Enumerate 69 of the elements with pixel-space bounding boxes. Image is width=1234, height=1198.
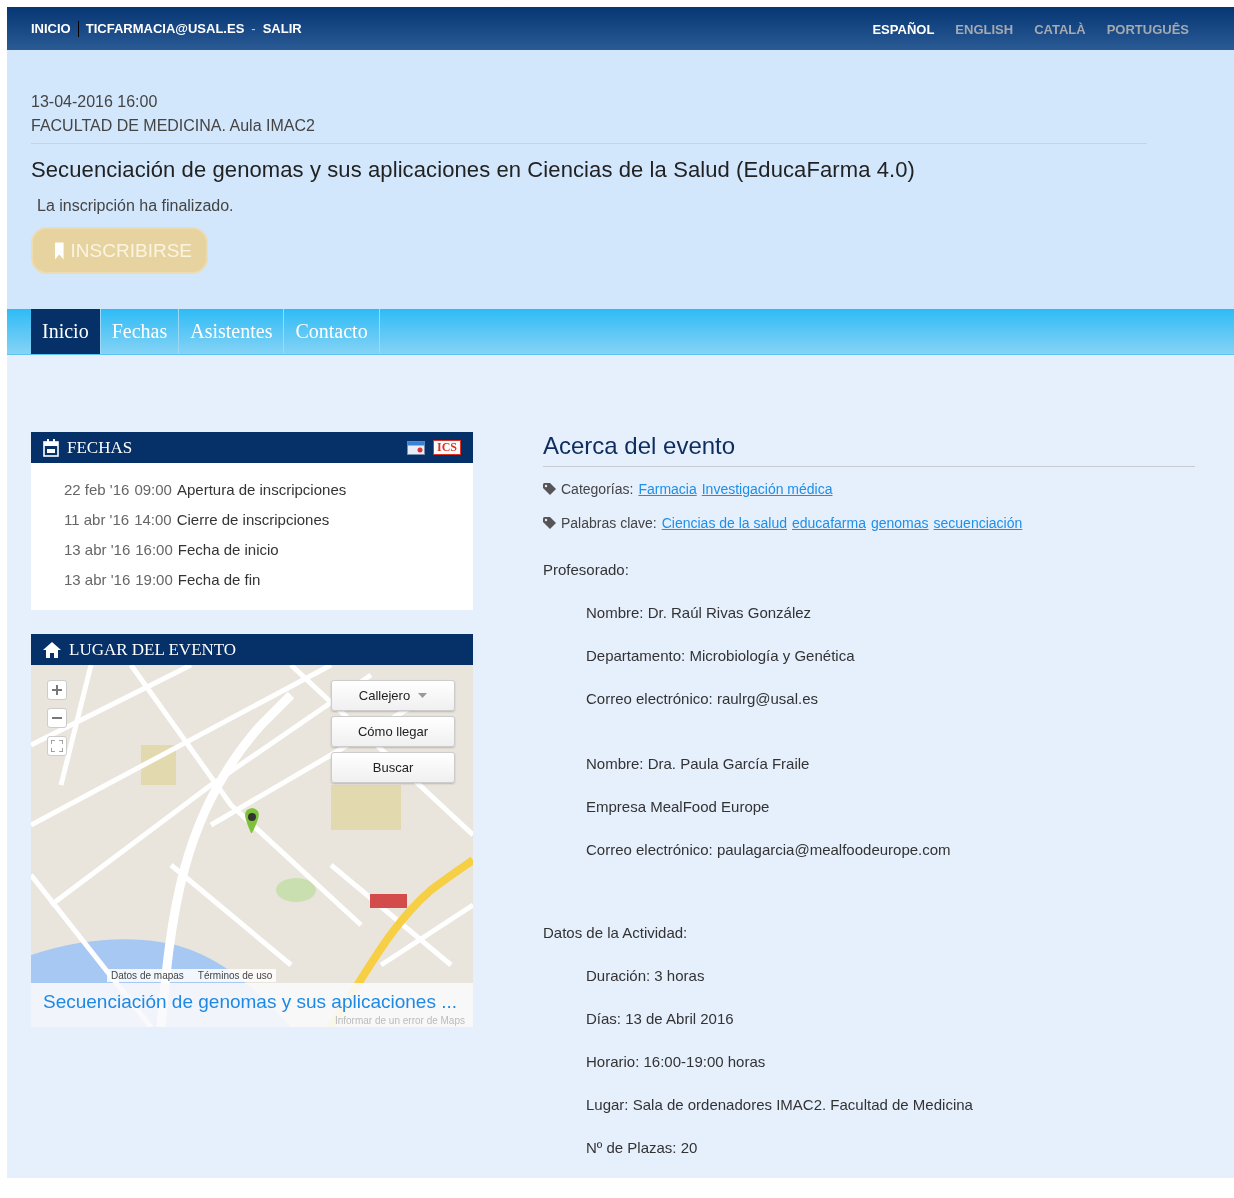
nav-link[interactable]: INICIO	[31, 21, 71, 36]
home-icon	[43, 641, 61, 658]
map-control-button[interactable]: Buscar	[331, 752, 455, 783]
plus-icon	[52, 685, 62, 695]
tab[interactable]: Asistentes	[179, 309, 285, 354]
panel-title: LUGAR DEL EVENTO	[69, 639, 237, 660]
tag-label: Categorías:	[561, 481, 634, 497]
tag-link[interactable]: Farmacia	[638, 481, 697, 497]
tag-link[interactable]: Investigación médica	[701, 481, 833, 497]
date-text: 22 feb '16	[64, 480, 130, 498]
date-text: 13 abr '16	[64, 570, 131, 588]
tab[interactable]: Inicio	[31, 309, 101, 354]
language-link[interactable]: PORTUGUÊS	[1106, 22, 1189, 37]
detail-text: Horario: 16:00-19:00 horas	[586, 1052, 767, 1072]
detail-text: Empresa MealFood Europe	[586, 797, 771, 817]
tag-link[interactable]: educafarma	[792, 515, 866, 531]
zoom-in-button[interactable]	[47, 680, 67, 700]
date-label: Apertura de inscripciones	[176, 480, 347, 498]
map-control-button[interactable]: Cómo llegar	[331, 716, 455, 747]
section-title: Acerca del evento	[543, 432, 1195, 467]
time-text: 19:00	[135, 570, 173, 588]
detail-text: Duración: 3 horas	[586, 966, 706, 986]
tag-icon	[543, 517, 556, 529]
event-title: Secuenciación de genomas y sus aplicaciones en Ciencias de la Salud (EducaFarma 4.0)	[31, 157, 916, 183]
tab[interactable]: Fechas	[100, 309, 180, 354]
nav-link[interactable]: TICFARMACIA@USAL.ES	[85, 21, 245, 36]
tag-link[interactable]: secuenciación	[933, 515, 1023, 531]
section-heading: Datos de la Actividad:	[543, 923, 689, 943]
fullscreen-button[interactable]	[47, 736, 67, 756]
tag-label: Palabras clave:	[561, 515, 657, 531]
map-attribution-link[interactable]: Términos de uso	[197, 969, 273, 982]
calendar-add-icon[interactable]	[407, 440, 425, 455]
separator-text: -	[251, 21, 256, 36]
date-label: Cierre de inscripciones	[176, 510, 330, 528]
nav-link[interactable]: SALIR	[262, 21, 302, 36]
zoom-out-button[interactable]	[47, 708, 67, 728]
language-link[interactable]: ESPAÑOL	[872, 22, 935, 37]
map-attribution-link[interactable]: Datos de mapas	[111, 969, 184, 982]
panel-title: FECHAS	[67, 437, 133, 458]
tag-icon	[543, 483, 556, 495]
detail-text: Correo electrónico: paulagarcia@mealfoodeurope.com	[586, 840, 952, 860]
ics-link[interactable]: ICS	[433, 440, 461, 455]
date-label: Fecha de inicio	[177, 540, 279, 558]
detail-text: Correo electrónico: raulrg@usal.es	[586, 689, 819, 709]
detail-text: Nombre: Dr. Raúl Rivas González	[586, 603, 813, 623]
tag-link[interactable]: genomas	[870, 515, 929, 531]
map-control-button[interactable]: Callejero	[331, 680, 455, 711]
language-link[interactable]: ENGLISH	[955, 22, 1014, 37]
calendar-icon	[43, 438, 59, 457]
fullscreen-icon	[51, 740, 63, 752]
date-label: Fecha de fin	[177, 570, 261, 588]
tag-link[interactable]: Ciencias de la salud	[661, 515, 787, 531]
time-text: 16:00	[135, 540, 173, 558]
event-datetime: 13-04-2016 16:00	[31, 92, 159, 112]
detail-text: Días: 13 de Abril 2016	[586, 1009, 735, 1029]
detail-text: Lugar: Sala de ordenadores IMAC2. Facultad de Medicina	[586, 1095, 974, 1115]
language-link[interactable]: CATALÀ	[1034, 22, 1086, 37]
date-text: 13 abr '16	[64, 540, 131, 558]
time-text: 09:00	[134, 480, 172, 498]
caret-icon	[418, 693, 428, 698]
event-venue: FACULTAD DE MEDICINA. Aula IMAC2	[31, 116, 316, 136]
detail-text: Departamento: Microbiología y Genética	[586, 646, 856, 666]
detail-text: Nombre: Dra. Paula García Fraile	[586, 754, 811, 774]
date-text: 11 abr '16	[64, 510, 130, 528]
registration-notice: La inscripción ha finalizado.	[37, 197, 235, 215]
detail-text: Nº de Plazas: 20	[586, 1138, 699, 1158]
time-text: 14:00	[134, 510, 172, 528]
map-caption-link[interactable]: Secuenciación de genomas y sus aplicaciones ...	[43, 991, 458, 1013]
section-heading: Profesorado:	[543, 560, 630, 580]
